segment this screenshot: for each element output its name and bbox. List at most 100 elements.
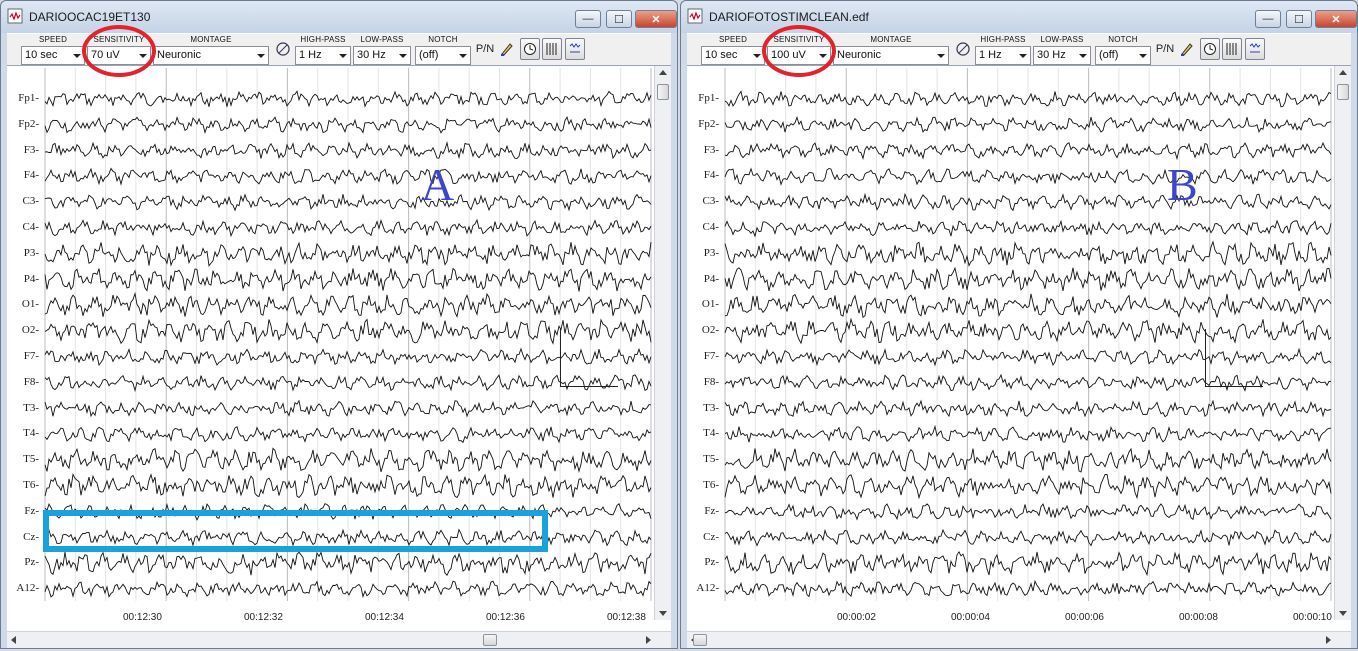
high-pass-label: HIGH-PASS — [980, 35, 1026, 44]
sensitivity-highlight-circle — [762, 25, 836, 77]
channel-label: O2- — [21, 324, 39, 337]
high-pass-label: HIGH-PASS — [300, 35, 346, 44]
channel-label: T3- — [23, 401, 39, 414]
calibration-icon[interactable] — [565, 38, 585, 60]
grid-lines-icon[interactable] — [1222, 38, 1242, 60]
channel-label: F4- — [23, 169, 39, 182]
channel-label: C3- — [22, 195, 40, 208]
time-label: 00:00:08 — [1179, 612, 1218, 623]
polarity-button[interactable]: P/N — [1155, 38, 1175, 60]
polarity-label: P/N — [1155, 43, 1175, 55]
eeg-trace-area[interactable]: Fp1- Fp2- F3- F4- C3- C4- P3- P4- O1- O2- F7- F8- T3… — [687, 65, 1351, 648]
time-label: 00:12:38 — [607, 612, 646, 623]
high-pass-select[interactable]: 1 Hz — [975, 46, 1031, 65]
scroll-right-icon — [1326, 636, 1331, 644]
channel-label: F8- — [703, 375, 719, 388]
channel-label: O1- — [21, 298, 39, 311]
scroll-right-icon — [646, 636, 651, 644]
channel-label: Fp1- — [18, 92, 39, 104]
notch-label: NOTCH — [428, 35, 458, 44]
chevron-down-icon — [1079, 54, 1087, 58]
eeg-trace-area[interactable]: Fp1- Fp2- F3- F4- C3- C4- P3- P4- O1- O2- F7- F8- T3… — [7, 65, 671, 648]
channel-label: C4- — [702, 221, 720, 233]
notch-select[interactable]: (off) — [415, 46, 471, 65]
maximize-icon: ☐ — [614, 13, 624, 26]
minimize-button[interactable]: — — [575, 10, 601, 28]
channel-label: T6- — [703, 479, 719, 491]
chevron-down-icon — [937, 54, 945, 58]
horizontal-scrollbar[interactable] — [7, 631, 671, 648]
channel-label: Fp2- — [698, 117, 719, 130]
polarity-label: P/N — [475, 43, 495, 55]
maximize-icon: ☐ — [1294, 13, 1304, 26]
window-title: DARIOFOTOSTIMCLEAN.edf — [709, 10, 869, 24]
annotation-letter: A — [421, 159, 455, 210]
channel-label: F8- — [23, 375, 39, 388]
speed-select[interactable]: 10 sec — [21, 46, 85, 65]
channel-label: O2- — [701, 324, 719, 337]
speed-label: SPEED — [718, 35, 748, 44]
chevron-down-icon — [1139, 54, 1147, 58]
channel-label: O1- — [701, 298, 719, 311]
minimize-icon: — — [1262, 13, 1274, 25]
marker-pen-icon[interactable] — [497, 38, 517, 60]
chevron-down-icon — [73, 54, 81, 58]
channel-label: Fp1- — [698, 92, 719, 104]
montage-select[interactable]: Neuronic — [153, 46, 269, 65]
eeg-window-a: DARIOOCAC19ET130 — ☐ ✕ SPEED 10 sec SENS… — [0, 0, 678, 649]
channel-label: Pz- — [24, 556, 39, 569]
notch-select[interactable]: (off) — [1095, 46, 1151, 65]
vertical-scrollbar[interactable] — [654, 66, 671, 620]
channel-label: F7- — [23, 350, 39, 362]
channel-label: C3- — [702, 195, 720, 208]
chevron-down-icon — [399, 54, 407, 58]
channel-label: Fz- — [24, 504, 39, 517]
maximize-button[interactable]: ☐ — [1286, 10, 1312, 28]
time-label: 00:12:32 — [244, 612, 283, 623]
low-pass-label: LOW-PASS — [360, 35, 404, 44]
clock-icon[interactable] — [520, 38, 540, 60]
high-pass-select[interactable]: 1 Hz — [295, 46, 351, 65]
app-icon — [687, 8, 703, 24]
close-button[interactable]: ✕ — [1315, 10, 1357, 28]
montage-edit-icon[interactable] — [953, 38, 973, 60]
polarity-button[interactable]: P/N — [475, 38, 495, 60]
chevron-down-icon — [1019, 54, 1027, 58]
low-pass-select[interactable]: 30 Hz — [1033, 46, 1091, 65]
montage-select[interactable]: Neuronic — [833, 46, 949, 65]
low-pass-select[interactable]: 30 Hz — [353, 46, 411, 65]
minimize-button[interactable]: — — [1255, 10, 1281, 28]
montage-edit-icon[interactable] — [273, 38, 293, 60]
maximize-button[interactable]: ☐ — [606, 10, 632, 28]
scroll-thumb — [657, 84, 669, 100]
eeg-window-b: DARIOFOTOSTIMCLEAN.edf — ☐ ✕ SPEED 10 se… — [680, 0, 1358, 649]
channel-label: Cz- — [23, 530, 39, 543]
scroll-thumb — [1337, 84, 1349, 100]
chevron-down-icon — [339, 54, 347, 58]
time-label: 00:12:34 — [365, 612, 404, 623]
scroll-left-icon — [11, 636, 16, 644]
horizontal-scrollbar[interactable] — [687, 631, 1351, 648]
calibration-icon[interactable] — [1245, 38, 1265, 60]
clock-icon[interactable] — [1200, 38, 1220, 60]
close-icon: ✕ — [651, 13, 661, 26]
vertical-scrollbar[interactable] — [1334, 66, 1351, 620]
speed-select[interactable]: 10 sec — [701, 46, 765, 65]
channel-label: A12- — [696, 582, 719, 595]
channel-label: Cz- — [703, 530, 719, 543]
channel-label: Fp2- — [18, 117, 39, 130]
channel-label: T5- — [703, 453, 719, 466]
grid-lines-icon[interactable] — [542, 38, 562, 60]
time-label: 00:12:36 — [486, 612, 525, 623]
channel-label: Fz- — [704, 504, 719, 517]
chevron-down-icon — [459, 54, 467, 58]
marker-pen-icon[interactable] — [1177, 38, 1197, 60]
cz-highlight-box — [43, 510, 548, 552]
close-button[interactable]: ✕ — [635, 10, 677, 28]
channel-label: A12- — [16, 582, 39, 595]
low-pass-label: LOW-PASS — [1040, 35, 1084, 44]
montage-label: MONTAGE — [190, 35, 232, 44]
channel-label: F7- — [703, 350, 719, 362]
channel-label: F3- — [703, 143, 719, 156]
minimize-icon: — — [582, 13, 594, 25]
